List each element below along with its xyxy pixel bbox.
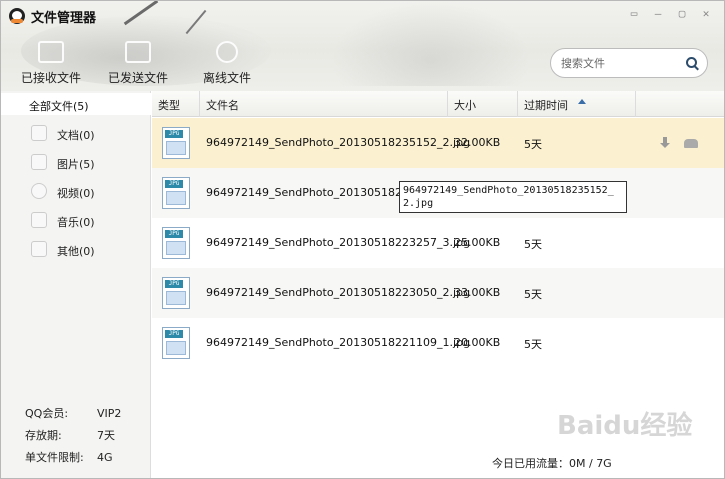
sidebar-item-videos[interactable]: 视频(0) xyxy=(1,180,151,202)
titlebar: 文件管理器 xyxy=(9,6,96,26)
maximize-button[interactable]: ▢ xyxy=(672,5,692,22)
info-label: QQ会员: xyxy=(25,407,69,420)
sidebar-item-label: 音乐(0) xyxy=(57,216,95,229)
sidebar-item-label: 视频(0) xyxy=(57,187,95,200)
file-type-badge: JPG xyxy=(165,330,183,338)
column-type[interactable]: 类型 xyxy=(152,91,200,117)
back-arrow-icon xyxy=(38,41,64,63)
sidebar-item-all-files[interactable]: 全部文件(5) xyxy=(1,93,151,115)
info-label: 存放期: xyxy=(25,429,62,442)
feedback-button[interactable]: ▭ xyxy=(624,5,644,22)
sidebar-item-label: 其他(0) xyxy=(57,245,95,258)
table-row[interactable]: JPG 964972149_SendPhoto_20130518223050_2… xyxy=(152,268,724,318)
traffic-usage: 今日已用流量：0M / 7G xyxy=(492,457,612,470)
qq-penguin-icon xyxy=(9,8,25,24)
image-thumbnail xyxy=(166,141,186,155)
column-expire[interactable]: 过期时间 xyxy=(518,91,636,117)
search-icon[interactable] xyxy=(686,57,697,68)
document-icon xyxy=(31,125,47,141)
column-name[interactable]: 文件名 xyxy=(200,91,448,117)
tab-received-files[interactable]: 已接收文件 xyxy=(6,39,96,89)
download-icon[interactable] xyxy=(660,137,670,149)
column-label: 大小 xyxy=(454,99,476,112)
minimize-button[interactable]: — xyxy=(648,5,668,22)
file-expire: 5天 xyxy=(524,138,542,151)
image-thumbnail xyxy=(166,291,186,305)
search-box xyxy=(550,48,708,78)
column-label: 文件名 xyxy=(206,99,239,112)
sidebar-item-other[interactable]: 其他(0) xyxy=(1,238,151,260)
sidebar-item-music[interactable]: 音乐(0) xyxy=(1,209,151,231)
music-icon xyxy=(31,212,47,228)
tab-offline-files[interactable]: 离线文件 xyxy=(182,39,272,89)
image-thumbnail xyxy=(166,191,186,205)
sidebar-item-label: 图片(5) xyxy=(57,158,95,171)
image-icon xyxy=(31,154,47,170)
file-expire: 5天 xyxy=(524,238,542,251)
ink-painting-decoration-2 xyxy=(331,1,531,86)
watermark: Baidu经验 xyxy=(557,411,693,441)
jpg-file-icon: JPG xyxy=(162,177,190,209)
jpg-file-icon: JPG xyxy=(162,327,190,359)
image-thumbnail xyxy=(166,341,186,355)
table-row[interactable]: JPG 964972149_SendPhoto_20130518235152_2… xyxy=(152,118,724,168)
info-label: 单文件限制: xyxy=(25,451,84,464)
close-button[interactable]: ✕ xyxy=(696,5,716,22)
sidebar: 全部文件(5) 文档(0) 图片(5) 视频(0) 音乐(0) 其他(0) QQ… xyxy=(1,91,151,478)
sidebar-item-documents[interactable]: 文档(0) xyxy=(1,122,151,144)
save-to-cloud-icon[interactable] xyxy=(684,139,698,148)
jpg-file-icon: JPG xyxy=(162,277,190,309)
app-title: 文件管理器 xyxy=(31,10,97,26)
info-value: 7天 xyxy=(97,429,115,442)
video-icon xyxy=(31,183,47,199)
file-size: 33.00KB xyxy=(454,286,501,299)
file-size: 20.00KB xyxy=(454,336,501,349)
file-size: 32.00KB xyxy=(454,136,501,149)
other-icon xyxy=(31,241,47,257)
file-expire: 5天 xyxy=(524,338,542,351)
file-type-badge: JPG xyxy=(165,230,183,238)
clock-icon xyxy=(216,41,238,63)
file-limit-info: 单文件限制: 4G xyxy=(25,449,113,465)
search-input[interactable] xyxy=(561,55,681,71)
file-type-badge: JPG xyxy=(165,130,183,138)
column-label: 类型 xyxy=(158,99,180,112)
table-row[interactable]: JPG 964972149_SendPhoto_20130518221109_1… xyxy=(152,318,724,368)
jpg-file-icon: JPG xyxy=(162,127,190,159)
tab-label: 已接收文件 xyxy=(20,71,81,85)
jpg-file-icon: JPG xyxy=(162,227,190,259)
column-size[interactable]: 大小 xyxy=(448,91,518,117)
info-value: 4G xyxy=(97,451,113,464)
file-name: 964972149_SendPhoto_20130518235152_2.jpg xyxy=(206,136,471,149)
file-name: 964972149_SendPhoto_20130518221109_1.jpg xyxy=(206,336,471,349)
file-name: 964972149_SendPhoto_20130518223050_2.jpg xyxy=(206,286,471,299)
sidebar-item-images[interactable]: 图片(5) xyxy=(1,151,151,173)
table-row[interactable]: JPG 964972149_SendPhoto_20130518223257_3… xyxy=(152,218,724,268)
column-label: 过期时间 xyxy=(524,99,568,112)
tab-sent-files[interactable]: 已发送文件 xyxy=(93,39,183,89)
window-controls: ▭ — ▢ ✕ xyxy=(624,5,716,22)
column-header: 类型 文件名 大小 过期时间 xyxy=(152,91,724,117)
file-size: 25.00KB xyxy=(454,236,501,249)
header-background: 文件管理器 ▭ — ▢ ✕ 已接收文件 已发送文件 离线文件 xyxy=(1,1,724,91)
storage-period-info: 存放期: 7天 xyxy=(25,427,115,443)
tab-label: 离线文件 xyxy=(202,71,251,85)
image-thumbnail xyxy=(166,241,186,255)
file-name-tooltip: 964972149_SendPhoto_20130518235152_2.jpg xyxy=(399,181,627,213)
sidebar-item-label: 全部文件(5) xyxy=(29,100,89,113)
membership-info: QQ会员: VIP2 xyxy=(25,405,121,421)
file-type-badge: JPG xyxy=(165,280,183,288)
info-value: VIP2 xyxy=(97,407,122,420)
file-expire: 5天 xyxy=(524,288,542,301)
file-type-badge: JPG xyxy=(165,180,183,188)
file-manager-window: 文件管理器 ▭ — ▢ ✕ 已接收文件 已发送文件 离线文件 搜索文件 全部文件… xyxy=(0,0,725,479)
sort-ascending-icon xyxy=(578,99,586,104)
file-name: 964972149_SendPhoto_20130518223257_3.jpg xyxy=(206,236,471,249)
forward-arrow-icon xyxy=(125,41,151,63)
tab-label: 已发送文件 xyxy=(107,71,168,85)
sidebar-item-label: 文档(0) xyxy=(57,129,95,142)
